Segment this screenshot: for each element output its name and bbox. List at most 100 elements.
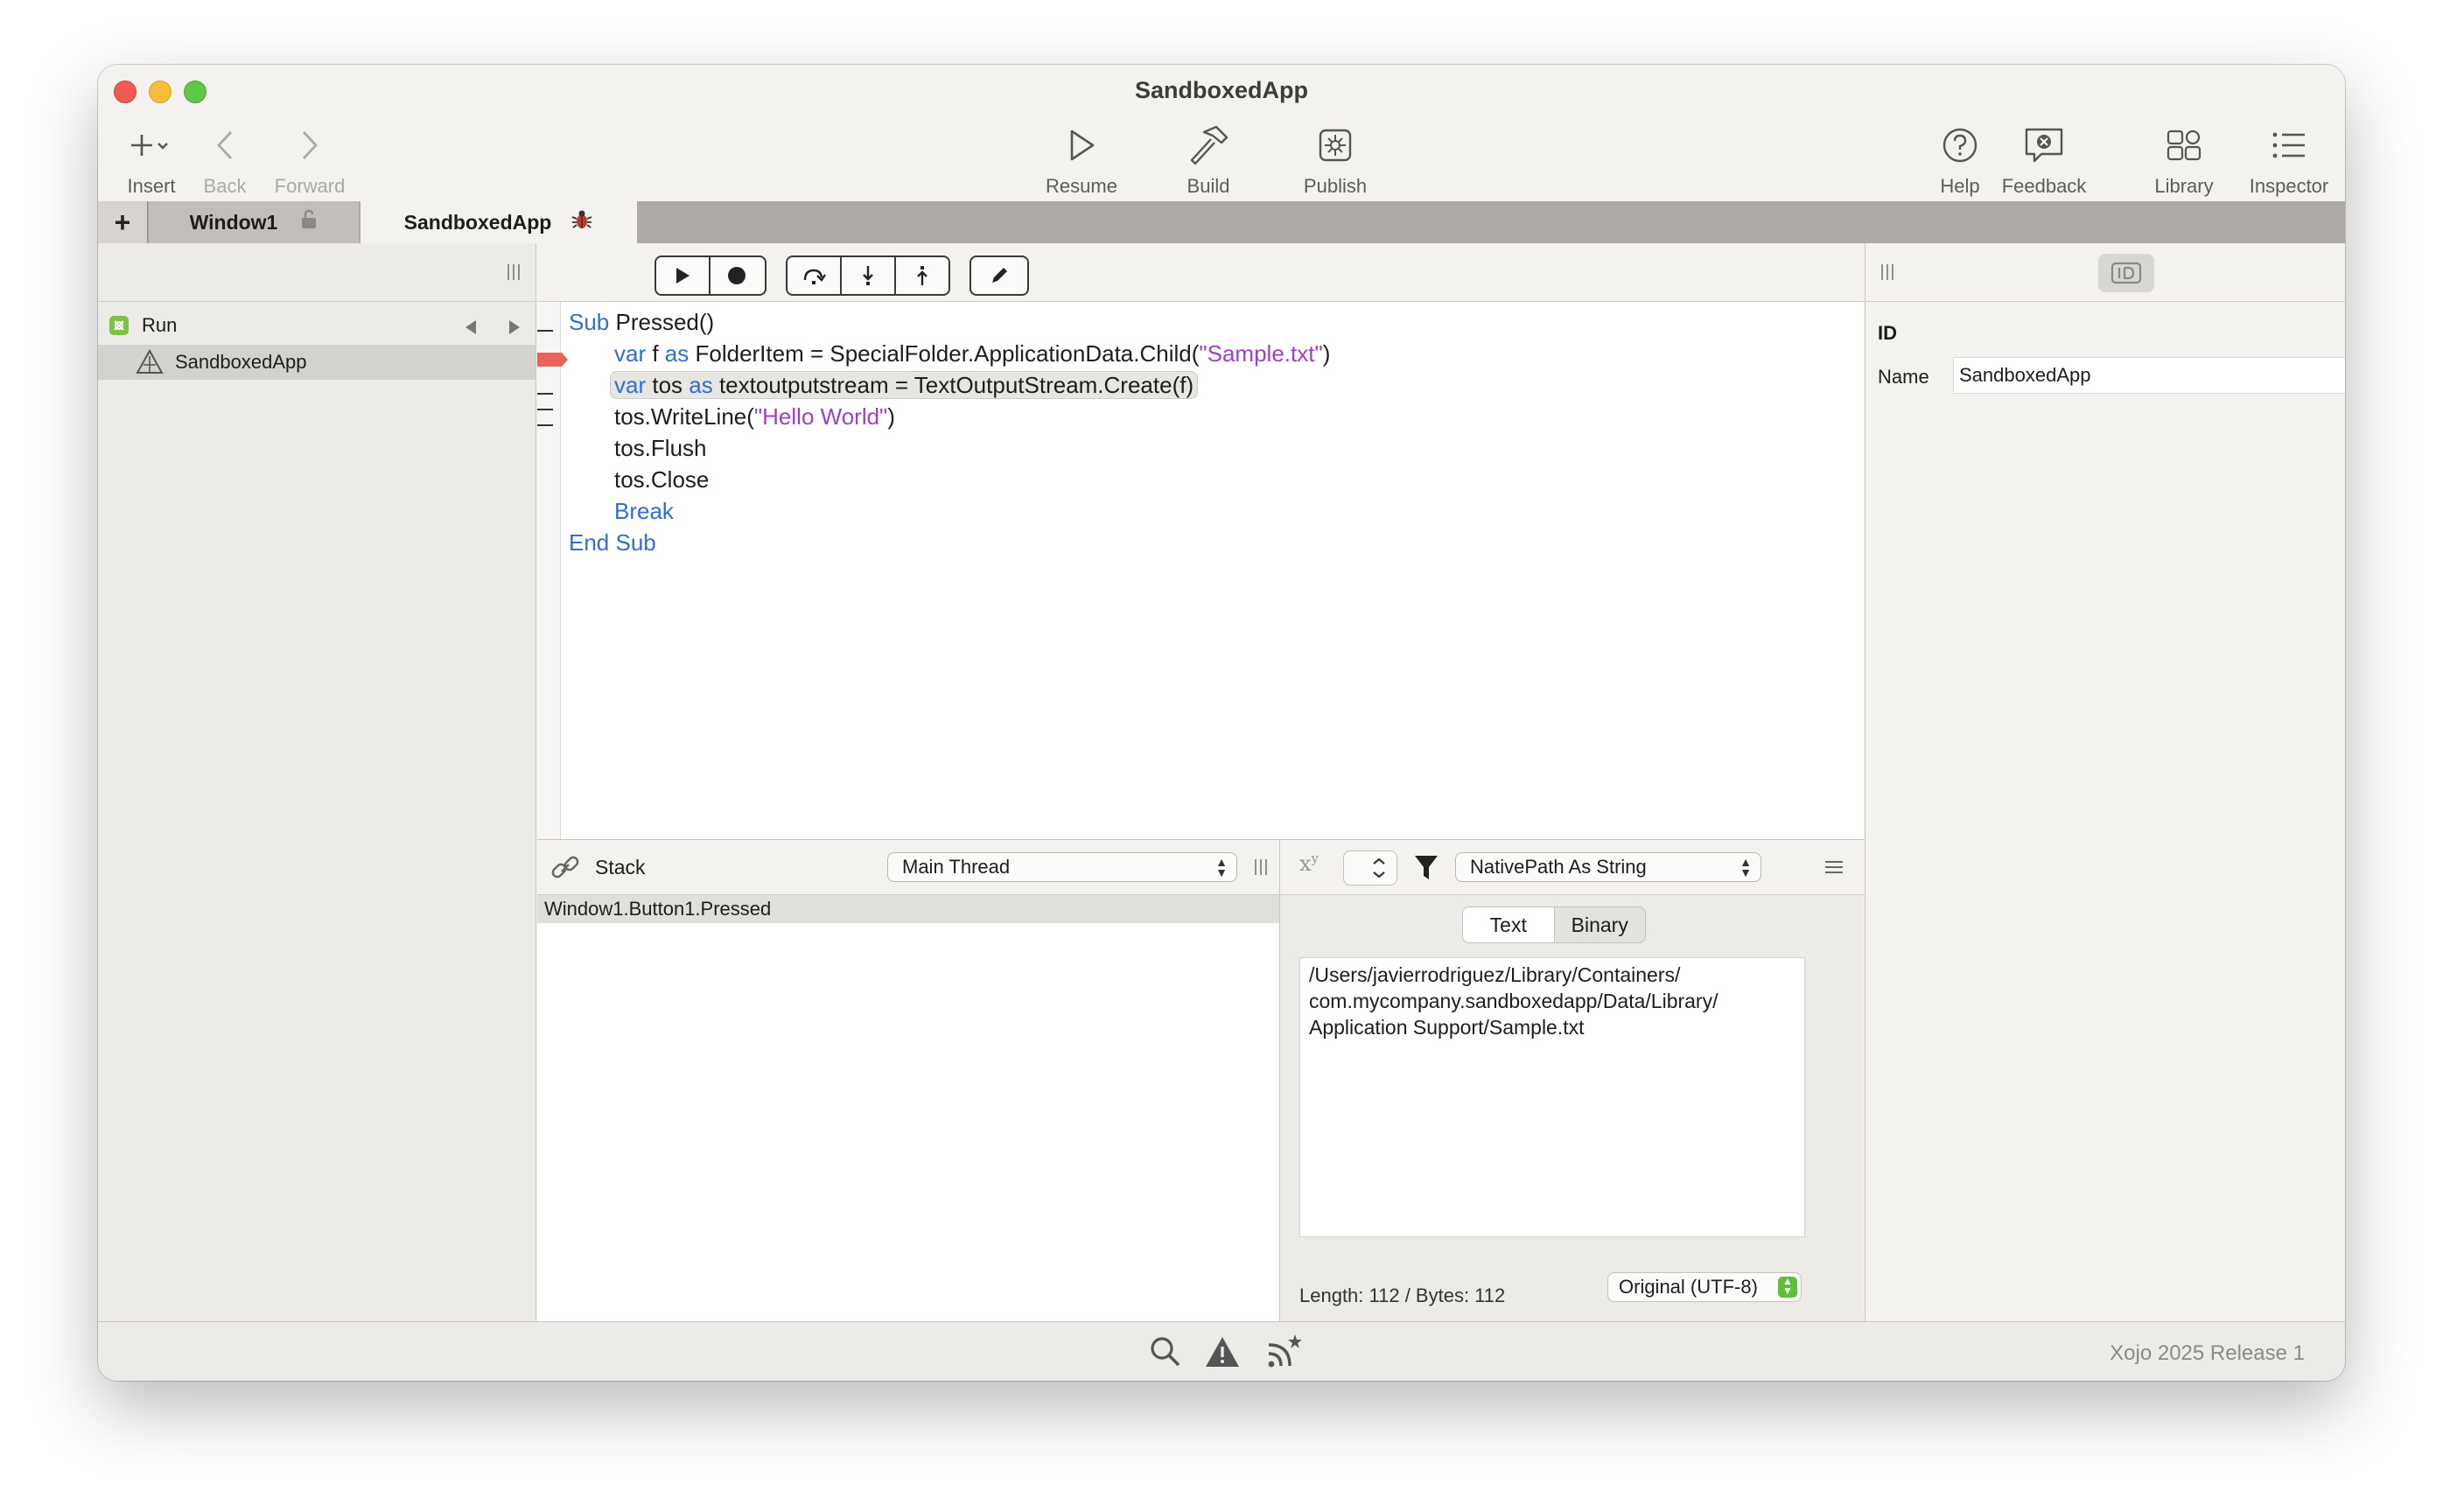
stack-frame-label: Window1.Button1.Pressed bbox=[544, 898, 772, 920]
inspector-button[interactable]: Inspector bbox=[2236, 121, 2342, 198]
resume-debug-button[interactable] bbox=[656, 257, 710, 294]
run-control-group bbox=[654, 256, 766, 296]
thread-select[interactable]: Main Thread ▲ ▼ bbox=[887, 852, 1237, 882]
library-icon bbox=[2140, 121, 2228, 170]
code-line[interactable]: End Sub bbox=[569, 529, 656, 556]
back-button[interactable]: Back bbox=[187, 121, 262, 198]
chevron-right-icon bbox=[259, 121, 360, 170]
warning-icon[interactable] bbox=[1204, 1334, 1241, 1374]
resume-button[interactable]: Resume bbox=[1029, 121, 1134, 198]
split-handle-icon[interactable] bbox=[1253, 858, 1269, 881]
hammer-icon bbox=[1160, 121, 1256, 170]
code-line[interactable]: var tos as textoutputstream = TextOutput… bbox=[610, 371, 1199, 399]
code-line[interactable]: var f as FolderItem = SpecialFolder.Appl… bbox=[614, 340, 1330, 368]
tab-bar: + Window1 SandboxedApp bbox=[98, 201, 2345, 243]
status-bar: Xojo 2025 Release 1 bbox=[98, 1321, 2345, 1381]
navigator: Run SandboxedApp bbox=[98, 243, 536, 1321]
value-line: Application Support/Sample.txt bbox=[1309, 1016, 1585, 1039]
version-label: Xojo 2025 Release 1 bbox=[2110, 1341, 2305, 1365]
chain-link-icon bbox=[550, 852, 581, 886]
code-line[interactable]: tos.WriteLine("Hello World") bbox=[614, 403, 895, 430]
app-icon bbox=[135, 349, 164, 375]
breakpoint-slot[interactable] bbox=[537, 393, 553, 395]
code-editor[interactable]: Sub Pressed() var f as FolderItem = Speci… bbox=[537, 302, 1864, 840]
forward-button[interactable]: Forward bbox=[259, 121, 360, 198]
expression-select[interactable]: NativePath As String ▲ ▼ bbox=[1455, 852, 1761, 882]
code-line[interactable]: Break bbox=[614, 498, 674, 525]
filter-icon[interactable] bbox=[1404, 850, 1448, 884]
back-label: Back bbox=[203, 175, 247, 197]
length-readout: Length: 112 / Bytes: 112 bbox=[1299, 1284, 1506, 1306]
value-line: com.mycompany.sandboxedapp/Data/Library/ bbox=[1309, 990, 1718, 1012]
name-field[interactable]: SandboxedApp bbox=[1953, 357, 2345, 394]
code-line-text: Sub Pressed() bbox=[569, 309, 714, 335]
code-line[interactable]: tos.Close bbox=[614, 466, 709, 494]
code-token: ) bbox=[1322, 340, 1331, 367]
keyword-token: as bbox=[689, 372, 713, 398]
code-token: ) bbox=[887, 403, 895, 430]
tab-window1[interactable]: Window1 bbox=[149, 201, 359, 243]
string-token: "Hello World" bbox=[753, 403, 888, 430]
play-icon bbox=[1029, 121, 1134, 170]
stack-header: Stack Main Thread ▲ ▼ bbox=[537, 840, 1279, 895]
forward-label: Forward bbox=[274, 175, 346, 197]
nav-item-sandboxedapp[interactable]: SandboxedApp bbox=[98, 345, 536, 380]
build-button[interactable]: Build bbox=[1160, 121, 1256, 198]
question-icon bbox=[1925, 121, 1995, 170]
code-line[interactable]: tos.Flush bbox=[614, 435, 707, 462]
code-line[interactable]: Sub Pressed() bbox=[569, 309, 714, 336]
value-text-area[interactable]: /Users/javierrodriguez/Library/Container… bbox=[1299, 957, 1805, 1237]
breakpoint-slot[interactable] bbox=[537, 330, 553, 332]
library-label: Library bbox=[2154, 175, 2214, 197]
code-token: tos.Flush bbox=[614, 435, 707, 461]
code-token: tos bbox=[646, 372, 690, 398]
split-handle-icon[interactable] bbox=[506, 262, 522, 286]
section-heading: ID bbox=[1878, 322, 1897, 344]
stop-debug-button[interactable] bbox=[710, 257, 763, 294]
chevron-left-icon bbox=[187, 121, 262, 170]
superscript-icon[interactable]: xy bbox=[1299, 850, 1319, 876]
step-in-button[interactable] bbox=[842, 257, 896, 294]
search-icon[interactable] bbox=[1148, 1334, 1183, 1374]
stack-frame-row[interactable]: Window1.Button1.Pressed bbox=[537, 895, 1279, 923]
bug-icon bbox=[570, 209, 593, 235]
nav-item-label: SandboxedApp bbox=[175, 351, 307, 373]
feed-star-icon[interactable] bbox=[1265, 1333, 1304, 1374]
insert-label: Insert bbox=[127, 175, 176, 197]
breakpoint-slot[interactable] bbox=[537, 409, 553, 410]
id-tab-button[interactable] bbox=[2098, 254, 2154, 292]
encoding-select[interactable]: Original (UTF-8) ▲ ▼ bbox=[1607, 1272, 1802, 1302]
tab-sandboxedapp[interactable]: SandboxedApp bbox=[360, 201, 637, 243]
feedback-button[interactable]: Feedback bbox=[1992, 121, 2096, 198]
triangle-left-icon[interactable] bbox=[464, 318, 478, 340]
step-over-button[interactable] bbox=[788, 257, 842, 294]
keyword-token: Break bbox=[614, 498, 674, 524]
toolbar: SandboxedApp Insert Back Forward Resume bbox=[98, 65, 2345, 201]
menu-lines-icon[interactable] bbox=[1824, 859, 1844, 879]
code-token: Pressed() bbox=[609, 309, 715, 335]
tab-binary[interactable]: Binary bbox=[1555, 907, 1646, 942]
list-icon bbox=[2236, 121, 2342, 170]
help-button[interactable]: Help bbox=[1925, 121, 1995, 198]
triangle-right-icon[interactable] bbox=[508, 318, 522, 340]
add-tab-button[interactable]: + bbox=[98, 201, 148, 243]
stack-title: Stack bbox=[595, 856, 646, 878]
editor-gutter[interactable] bbox=[537, 302, 568, 839]
library-button[interactable]: Library bbox=[2140, 121, 2228, 198]
tab-text[interactable]: Text bbox=[1463, 907, 1555, 942]
step-out-button[interactable] bbox=[896, 257, 948, 294]
variable-viewer-header: xy NativePath As String ▲ ▼ bbox=[1280, 840, 1864, 895]
code-line-text: tos.WriteLine("Hello World") bbox=[614, 403, 895, 430]
ide-window: SandboxedApp Insert Back Forward Resume bbox=[98, 65, 2345, 1381]
nav-item-run[interactable]: Run bbox=[98, 308, 536, 343]
code-token: tos.Close bbox=[614, 466, 710, 493]
publish-button[interactable]: Publish bbox=[1283, 121, 1388, 198]
thread-select-value: Main Thread bbox=[902, 856, 1011, 878]
insert-button[interactable]: Insert bbox=[105, 121, 198, 198]
breakpoint-slot[interactable] bbox=[537, 424, 553, 426]
code-token: textoutputstream = TextOutputStream.Crea… bbox=[712, 372, 1194, 398]
edit-code-button[interactable] bbox=[971, 257, 1027, 294]
split-handle-icon[interactable] bbox=[1880, 262, 1895, 286]
radix-stepper[interactable] bbox=[1343, 850, 1397, 886]
stack-panel: Stack Main Thread ▲ ▼ Window1.Button1.Pre… bbox=[537, 840, 1280, 1321]
